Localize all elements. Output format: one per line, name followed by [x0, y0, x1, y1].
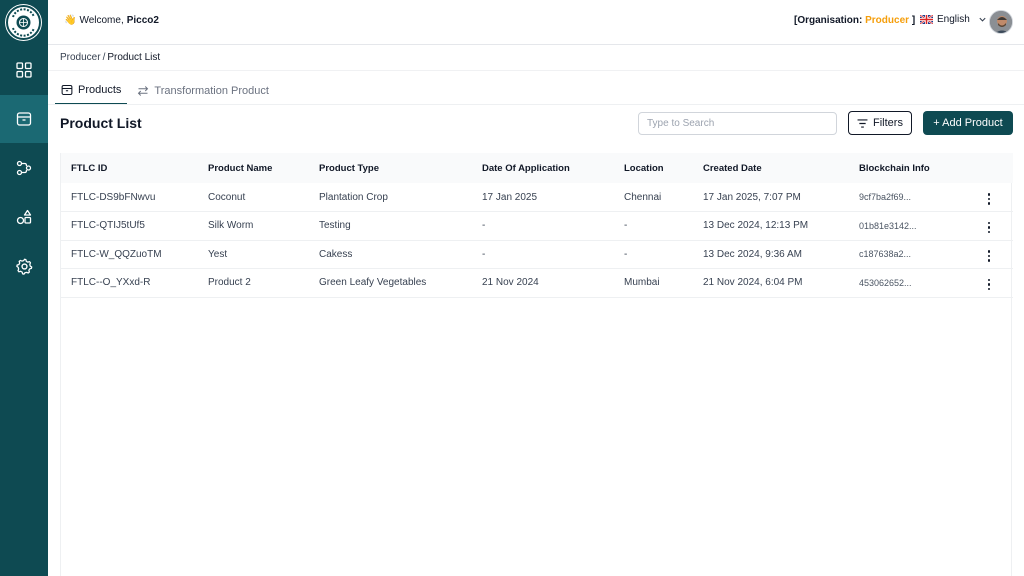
language-selector[interactable]: English [920, 14, 987, 25]
organisation-value: Producer [865, 15, 910, 26]
tab-transformation-product[interactable]: Transformation Product [131, 76, 275, 105]
welcome-prefix: Welcome, [79, 15, 124, 26]
more-vertical-icon[interactable] [984, 248, 995, 264]
tab-label: Transformation Product [154, 84, 269, 97]
sidebar-item-supply-chain[interactable] [0, 144, 48, 192]
product-type-cell: Plantation Crop [319, 191, 388, 203]
sidebar-item-dashboard[interactable] [0, 46, 48, 94]
sidebar-item-products[interactable] [0, 95, 48, 143]
tab-label: Products [78, 83, 122, 96]
application-date-cell: - [482, 248, 486, 260]
table-row[interactable]: FTLC-W_QQZuoTM Yest Cakess - - 13 Dec 20… [61, 240, 1013, 269]
add-product-button[interactable]: + Add Product [923, 111, 1013, 135]
product-type-cell: Green Leafy Vegetables [319, 277, 427, 289]
language-label: English [937, 14, 970, 25]
user-photo-icon [990, 11, 1012, 33]
more-vertical-icon[interactable] [984, 277, 995, 293]
created-date-cell: 17 Jan 2025, 7:07 PM [703, 191, 801, 203]
created-date-cell: 21 Nov 2024, 6:04 PM [703, 277, 803, 289]
organisation-label: [Organisation: Producer ] [794, 15, 915, 26]
application-date-cell: 17 Jan 2025 [482, 191, 538, 203]
username: Picco2 [126, 15, 159, 26]
table-row[interactable]: FTLC-DS9bFNwvu Coconut Plantation Crop 1… [61, 183, 1013, 212]
blockchain-info-cell: c187638a2... [859, 249, 912, 260]
blockchain-info-cell: 9cf7ba2f69... [859, 192, 912, 202]
ftlc-id-cell: FTLC-QTIJ5tUf5 [71, 220, 145, 232]
tab-bar: Products Transformation Product [55, 76, 279, 105]
sidebar-item-settings[interactable] [0, 242, 48, 290]
filters-button-label: Filters [873, 117, 903, 129]
created-date-cell: 13 Dec 2024, 9:36 AM [703, 248, 802, 260]
ftlc-id-cell: FTLC-W_QQZuoTM [71, 248, 162, 260]
ftlc-id-cell: FTLC--O_YXxd-R [71, 277, 151, 289]
product-name-cell: Coconut [208, 191, 246, 203]
organisation-prefix: [Organisation: [794, 15, 863, 26]
avatar[interactable] [989, 10, 1013, 34]
page-title: Product List [60, 115, 142, 131]
created-date-cell: 13 Dec 2024, 12:13 PM [703, 220, 809, 232]
ftlc-id-cell: FTLC-DS9bFNwvu [71, 191, 156, 203]
blockchain-info-cell: 453062652... [859, 277, 912, 288]
box-icon [16, 112, 32, 126]
divider [48, 70, 1024, 71]
tab-products[interactable]: Products [55, 76, 128, 105]
location-cell: - [624, 220, 628, 232]
column-header: Blockchain Info [859, 162, 930, 174]
application-date-cell: - [482, 220, 486, 232]
product-name-cell: Silk Worm [208, 220, 254, 232]
product-table: FTLC ID Product Name Product Type Date O… [60, 153, 1013, 576]
column-header: Product Name [208, 162, 273, 174]
more-vertical-icon[interactable] [984, 220, 995, 236]
product-type-cell: Testing [319, 220, 351, 232]
box-icon [61, 84, 73, 95]
organisation-suffix: ] [911, 15, 916, 26]
flow-icon [16, 160, 32, 176]
table-header-row: FTLC ID Product Name Product Type Date O… [61, 153, 1013, 183]
top-bar: 👋 Welcome, Picco2 [Organisation: Produce… [48, 0, 1024, 45]
dashboard-grid-icon [16, 62, 32, 78]
breadcrumb-current: Product List [107, 52, 161, 63]
welcome-message: 👋 Welcome, Picco2 [64, 15, 159, 26]
brand-logo[interactable] [6, 5, 41, 40]
application-date-cell: 21 Nov 2024 [482, 277, 539, 289]
divider [48, 104, 1024, 105]
row-actions [965, 212, 1013, 241]
wave-icon: 👋 [64, 15, 77, 26]
shapes-icon [16, 209, 32, 225]
column-header: Location [624, 162, 664, 174]
filters-button[interactable]: Filters [848, 111, 912, 135]
table-row[interactable]: FTLC-QTIJ5tUf5 Silk Worm Testing - - 13 … [61, 212, 1013, 241]
row-actions [965, 240, 1013, 269]
breadcrumb: Producer / Product List [60, 52, 160, 63]
product-name-cell: Yest [208, 248, 228, 260]
food-trazer-logo-icon [9, 8, 38, 37]
table-row[interactable]: FTLC--O_YXxd-R Product 2 Green Leafy Veg… [61, 269, 1013, 298]
transform-arrows-icon [138, 85, 149, 96]
chevron-down-icon [979, 17, 986, 22]
sidebar-item-shapes[interactable] [0, 193, 48, 241]
column-header: Date Of Application [482, 162, 570, 174]
row-actions [965, 183, 1013, 212]
filter-lines-icon [857, 118, 868, 128]
gear-icon [15, 258, 32, 275]
column-header: Created Date [703, 162, 762, 174]
sidebar [0, 0, 48, 576]
breadcrumb-parent[interactable]: Producer [60, 52, 101, 63]
breadcrumb-separator: / [102, 52, 106, 63]
product-name-cell: Product 2 [208, 277, 251, 289]
location-cell: Mumbai [624, 277, 660, 289]
row-actions [965, 269, 1013, 298]
column-header-actions [965, 153, 1013, 183]
column-header: FTLC ID [71, 162, 108, 174]
uk-flag-icon [920, 15, 933, 24]
more-vertical-icon[interactable] [984, 191, 995, 207]
column-header: Product Type [319, 162, 379, 174]
location-cell: Chennai [624, 191, 662, 203]
location-cell: - [624, 248, 628, 260]
search-input[interactable] [638, 112, 837, 135]
blockchain-info-cell: 01b81e3142... [859, 220, 917, 231]
product-type-cell: Cakess [319, 248, 353, 260]
